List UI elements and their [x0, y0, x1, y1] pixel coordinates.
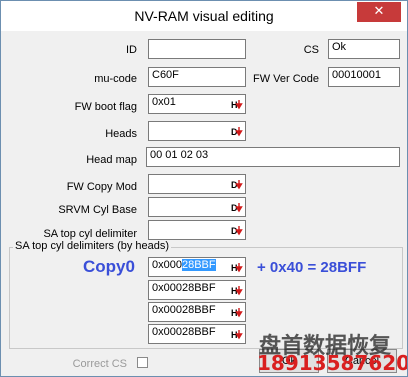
nvram-dialog: NV-RAM visual editing ✕ ID CS Ok mu-code… — [0, 0, 408, 377]
dec-down-arrow-icon[interactable]: D — [231, 201, 243, 213]
hex-down-arrow-icon[interactable]: H — [231, 261, 243, 273]
sa-delimiter-field-1[interactable]: 0x00028BBF H — [148, 280, 246, 300]
close-button[interactable]: ✕ — [357, 2, 401, 22]
sa-group-title: SA top cyl delimiters (by heads) — [13, 240, 172, 252]
sa-delimiter-field-0[interactable]: 0x00028BBF H — [148, 257, 246, 277]
sa-delimiter-value: 0x00028BBF — [152, 326, 216, 338]
id-label: ID — [126, 44, 137, 56]
fw-ver-code-label: FW Ver Code — [252, 73, 319, 85]
hex-down-arrow-icon[interactable]: H — [231, 328, 243, 340]
watermark-phone: 18913587620 — [257, 351, 408, 375]
cs-field[interactable]: Ok — [328, 39, 400, 59]
dec-down-arrow-icon[interactable]: D — [231, 224, 243, 236]
sa-delimiter-field-2[interactable]: 0x00028BBF H — [148, 302, 246, 322]
hex-down-arrow-icon[interactable]: H — [231, 98, 243, 110]
head-map-field[interactable]: 00 01 02 03 — [146, 147, 400, 167]
fw-ver-code-field[interactable]: 00010001 — [328, 67, 400, 87]
correct-cs-label: Correct CS — [72, 358, 127, 370]
id-field[interactable] — [148, 39, 246, 59]
mu-code-label: mu-code — [94, 73, 137, 85]
copy0-annotation: Copy0 — [83, 257, 135, 276]
mu-code-field[interactable]: C60F — [148, 67, 246, 87]
hex-down-arrow-icon[interactable]: H — [231, 306, 243, 318]
sa-top-cyl-delimiter-label: SA top cyl delimiter — [43, 228, 137, 240]
fw-copy-mod-field[interactable]: D — [148, 174, 246, 194]
head-map-label: Head map — [86, 154, 137, 166]
heads-label: Heads — [105, 128, 137, 140]
fw-copy-mod-label: FW Copy Mod — [66, 181, 137, 193]
correct-cs-checkbox[interactable] — [137, 357, 148, 368]
hex-down-arrow-icon[interactable]: H — [231, 284, 243, 296]
fw-boot-flag-field[interactable]: 0x01 H — [148, 94, 246, 114]
dec-down-arrow-icon[interactable]: D — [231, 178, 243, 190]
srvm-cyl-base-label: SRVM Cyl Base — [58, 204, 137, 216]
sa-top-cyl-delimiter-field[interactable]: D — [148, 220, 246, 240]
sa-delimiter-field-3[interactable]: 0x00028BBF H — [148, 324, 246, 344]
title-bar: NV-RAM visual editing ✕ — [1, 1, 407, 31]
selected-text: 28BBF — [181, 259, 216, 271]
sa-delimiter-prefix: 0x000 — [152, 259, 182, 271]
sa-delimiter-value: 0x00028BBF — [152, 282, 216, 294]
cs-label: CS — [303, 44, 319, 56]
window-title: NV-RAM visual editing — [134, 8, 274, 24]
fw-boot-flag-label: FW boot flag — [74, 101, 137, 113]
dec-down-arrow-icon[interactable]: D — [231, 125, 243, 137]
fw-boot-flag-value: 0x01 — [152, 96, 176, 108]
heads-field[interactable]: D — [148, 121, 246, 141]
sa-delimiter-value: 0x00028BBF — [152, 304, 216, 316]
calc-annotation: + 0x40 = 28BFF — [257, 259, 367, 276]
srvm-cyl-base-field[interactable]: D — [148, 197, 246, 217]
